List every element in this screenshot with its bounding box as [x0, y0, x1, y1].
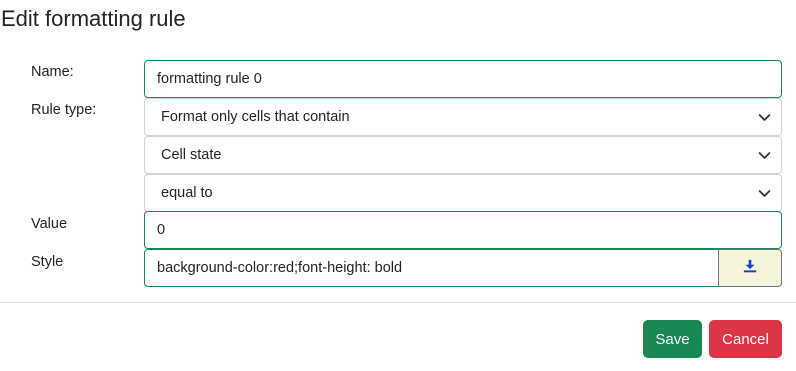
value-input-value: 0 — [157, 222, 166, 238]
dialog-title: Edit formatting rule — [1, 6, 186, 31]
style-label: Style — [31, 254, 64, 270]
operator-select[interactable]: equal to — [144, 174, 782, 212]
cancel-button[interactable]: Cancel — [709, 320, 782, 358]
chevron-down-icon — [757, 110, 771, 124]
style-input[interactable]: background-color:red;font-height: bold — [144, 249, 719, 287]
style-input-value: background-color:red;font-height: bold — [157, 260, 403, 276]
rule-type-select[interactable]: Format only cells that contain — [144, 98, 782, 136]
value-label: Value — [31, 216, 68, 232]
condition-subject-select-value: Cell state — [161, 147, 222, 163]
operator-select-value: equal to — [161, 185, 213, 201]
name-input[interactable]: formatting rule 0 — [144, 60, 782, 98]
style-picker-button[interactable] — [718, 249, 782, 287]
chevron-down-icon — [757, 148, 771, 162]
rule-type-label: Rule type: — [31, 102, 97, 118]
name-label: Name: — [31, 64, 74, 80]
name-input-value: formatting rule 0 — [157, 71, 262, 87]
rule-type-select-value: Format only cells that contain — [161, 109, 350, 125]
download-icon — [743, 259, 757, 278]
save-button[interactable]: Save — [643, 320, 702, 358]
footer-divider — [0, 302, 796, 303]
value-input[interactable]: 0 — [144, 211, 782, 249]
condition-subject-select[interactable]: Cell state — [144, 136, 782, 174]
chevron-down-icon — [757, 186, 771, 200]
